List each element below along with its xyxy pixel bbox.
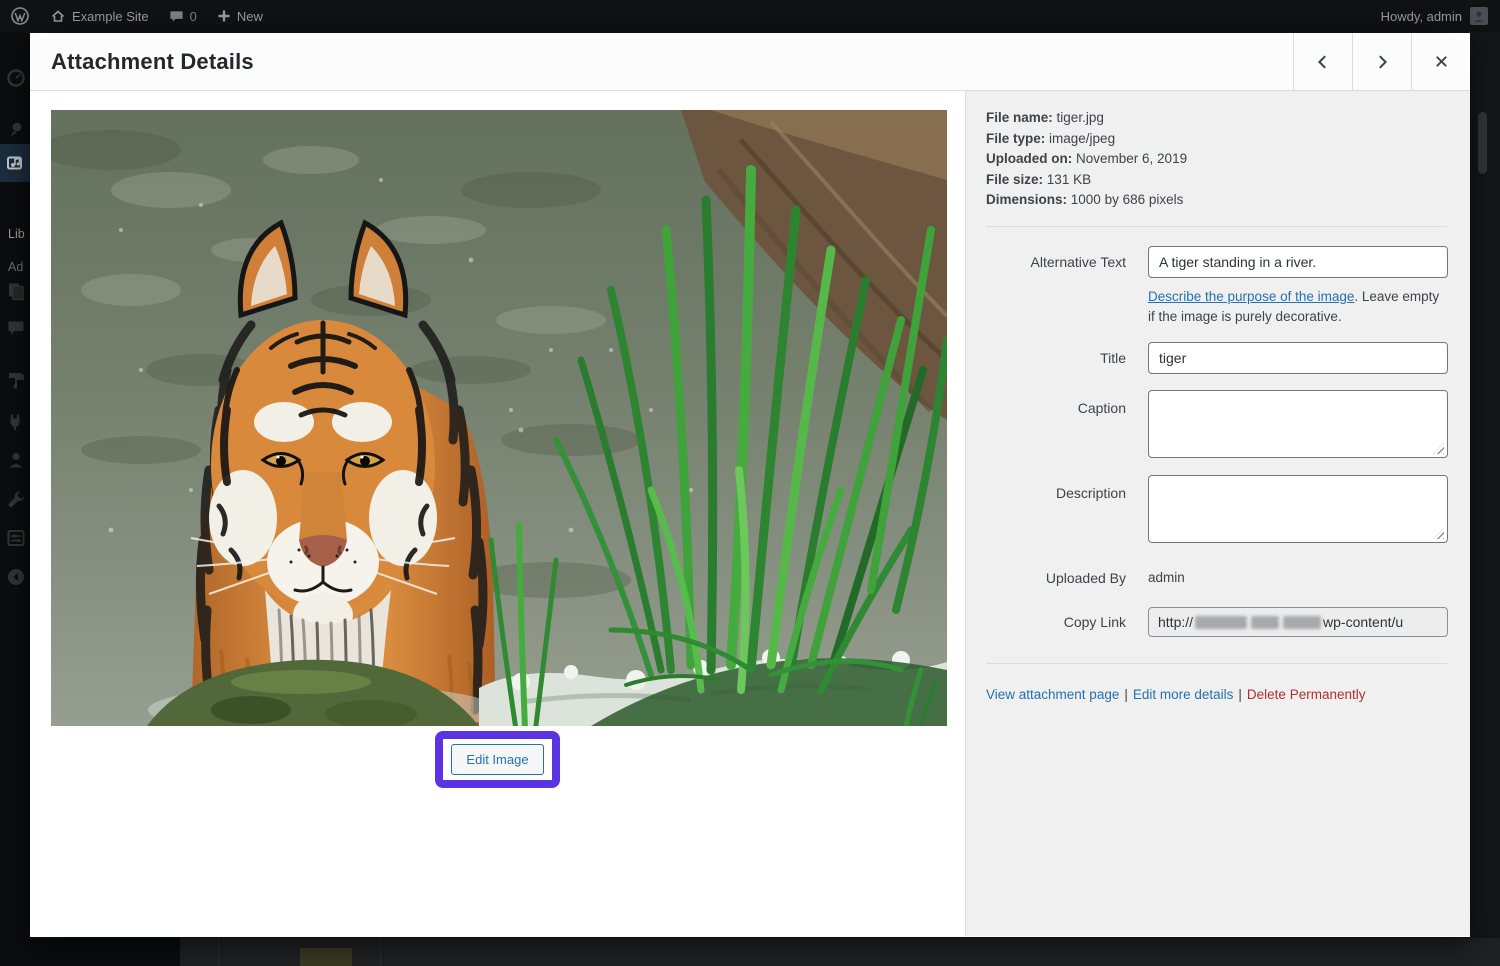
admin-bar-site-link[interactable]: Example Site [40,0,159,32]
plugins-icon[interactable] [6,412,26,432]
divider [986,663,1447,664]
close-icon [1434,54,1449,69]
alt-text-help: Describe the purpose of the image. Leave… [1148,287,1448,327]
attachment-preview-column: Edit Image [30,91,965,936]
comments-icon[interactable] [6,318,26,338]
media-thumbnail-behind [300,948,352,966]
attachment-info-panel: File name: tiger.jpg File type: image/jp… [965,91,1470,936]
behind-seam [380,938,381,966]
modal-header: Attachment Details [30,33,1470,91]
user-avatar-icon [1472,9,1486,23]
title-label: Title [986,342,1126,374]
users-icon[interactable] [6,450,26,470]
caption-textarea[interactable] [1148,390,1448,458]
view-attachment-page-link[interactable]: View attachment page [986,687,1119,702]
edit-image-highlight-box: Edit Image [435,731,559,788]
tools-icon[interactable] [6,489,26,509]
admin-bar-comments[interactable]: 0 [159,0,207,32]
title-input[interactable] [1148,342,1448,374]
avatar[interactable] [1470,7,1488,25]
delete-permanently-link[interactable]: Delete Permanently [1247,687,1366,702]
media-library-behind [180,938,1500,966]
settings-icon[interactable] [6,528,26,548]
page-behind-modal [0,938,1500,966]
comment-bubble-icon [169,9,184,24]
attachment-details-modal: Attachment Details [30,33,1470,937]
redacted-url-segment [1283,616,1321,629]
wordpress-logo-menu[interactable] [0,0,40,32]
wordpress-logo-icon [10,6,30,26]
media-icon[interactable] [6,153,26,173]
posts-pin-icon[interactable] [6,120,26,140]
site-name: Example Site [72,9,149,24]
alt-text-label: Alternative Text [986,246,1126,278]
caption-label: Caption [986,390,1126,458]
detail-file-size: File size: 131 KB [986,170,1187,191]
previous-attachment-button[interactable] [1293,33,1352,91]
describe-purpose-link[interactable]: Describe the purpose of the image [1148,289,1354,304]
howdy-admin[interactable]: Howdy, admin [1381,9,1462,24]
redacted-url-segment [1251,616,1279,629]
sidebar-item-library[interactable]: Lib [8,227,25,241]
admin-bar-new[interactable]: New [207,0,273,32]
modal-title: Attachment Details [30,49,254,75]
copy-link-field[interactable]: http:// wp-content/u [1148,607,1448,637]
new-label: New [237,9,263,24]
url-suffix: wp-content/u [1323,614,1403,630]
appearance-icon[interactable] [6,370,26,390]
comments-count: 0 [190,9,197,24]
detail-file-name: File name: tiger.jpg [986,108,1187,129]
alt-text-input[interactable] [1148,246,1448,278]
description-textarea[interactable] [1148,475,1448,543]
behind-seam [218,938,219,966]
uploaded-by-label: Uploaded By [986,568,1126,588]
description-label: Description [986,475,1126,543]
collapse-menu-icon[interactable] [6,567,26,587]
attachment-preview-image [51,110,947,726]
next-attachment-button[interactable] [1352,33,1411,91]
attachment-details-list: File name: tiger.jpg File type: image/jp… [986,108,1187,211]
close-modal-button[interactable] [1411,33,1470,91]
copy-link-label: Copy Link [986,607,1126,637]
sidebar-item-add-new[interactable]: Ad [8,260,23,274]
chevron-left-icon [1315,54,1331,70]
divider [986,226,1447,227]
redacted-url-segment [1195,616,1247,629]
dashboard-icon[interactable] [6,68,26,88]
pages-icon[interactable] [6,281,26,301]
admin-sidebar: Lib Ad [0,32,30,966]
admin-menu-behind [0,938,180,966]
chevron-right-icon [1374,54,1390,70]
edit-image-button[interactable]: Edit Image [451,744,543,775]
plus-icon [217,9,231,23]
detail-file-type: File type: image/jpeg [986,129,1187,150]
detail-uploaded-on: Uploaded on: November 6, 2019 [986,149,1187,170]
detail-dimensions: Dimensions: 1000 by 686 pixels [986,190,1187,211]
home-icon [50,8,66,24]
url-prefix: http:// [1158,614,1193,630]
uploaded-by-value: admin [1148,568,1185,588]
attachment-actions: View attachment page|Edit more details|D… [986,687,1365,702]
edit-more-details-link[interactable]: Edit more details [1133,687,1234,702]
page-scrollbar-thumb[interactable] [1478,112,1487,174]
admin-bar: Example Site 0 New Howdy, admin [0,0,1500,32]
